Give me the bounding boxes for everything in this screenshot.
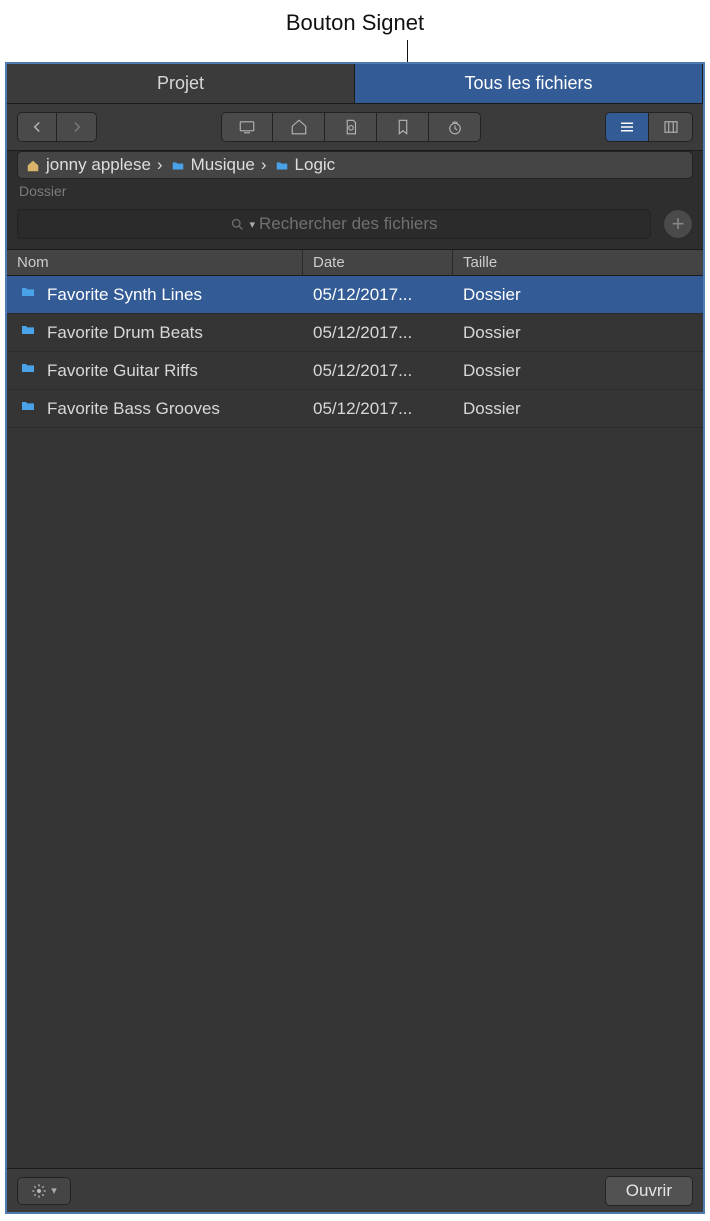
- file-browser-window: Projet Tous les fichiers: [5, 62, 705, 1214]
- row-date: 05/12/2017...: [303, 399, 453, 419]
- tabs: Projet Tous les fichiers: [7, 64, 703, 104]
- breadcrumb[interactable]: jonny applese › Musique › Logic: [17, 151, 693, 179]
- view-group: [605, 112, 693, 142]
- chevron-right-icon: [68, 118, 86, 136]
- chevron-down-icon: ▾: [249, 218, 255, 231]
- row-size: Dossier: [453, 399, 703, 419]
- clock-icon: [446, 118, 464, 136]
- crumb-music[interactable]: Musique: [169, 155, 255, 175]
- row-name: Favorite Guitar Riffs: [47, 361, 198, 381]
- chevron-down-icon: ▾: [51, 1184, 57, 1197]
- list-icon: [618, 118, 636, 136]
- forward-button[interactable]: [57, 112, 97, 142]
- home-icon: [290, 118, 308, 136]
- row-name: Favorite Drum Beats: [47, 323, 203, 343]
- column-name[interactable]: Nom: [7, 250, 303, 275]
- add-button[interactable]: +: [663, 209, 693, 239]
- row-size: Dossier: [453, 323, 703, 343]
- crumb-label: jonny applese: [46, 155, 151, 175]
- row-name: Favorite Synth Lines: [47, 285, 202, 305]
- columns-icon: [662, 118, 680, 136]
- recent-button[interactable]: [429, 112, 481, 142]
- row-date: 05/12/2017...: [303, 361, 453, 381]
- folder-icon: [17, 322, 39, 343]
- table-row[interactable]: Favorite Synth Lines 05/12/2017... Dossi…: [7, 276, 703, 314]
- crumb-label: Logic: [295, 155, 336, 175]
- table-header: Nom Date Taille: [7, 250, 703, 276]
- callout-text: Bouton Signet: [286, 10, 424, 35]
- row-size: Dossier: [453, 285, 703, 305]
- table-row[interactable]: Favorite Drum Beats 05/12/2017... Dossie…: [7, 314, 703, 352]
- table-body: Favorite Synth Lines 05/12/2017... Dossi…: [7, 276, 703, 1168]
- table-row[interactable]: Favorite Bass Grooves 05/12/2017... Doss…: [7, 390, 703, 428]
- footer: ▾ Ouvrir: [7, 1168, 703, 1212]
- row-date: 05/12/2017...: [303, 323, 453, 343]
- column-size[interactable]: Taille: [453, 250, 703, 275]
- document-icon: [342, 118, 360, 136]
- folder-icon: [17, 360, 39, 381]
- project-folder-button[interactable]: [325, 112, 377, 142]
- table-row[interactable]: Favorite Guitar Riffs 05/12/2017... Doss…: [7, 352, 703, 390]
- bookmark-button[interactable]: [377, 112, 429, 142]
- open-button[interactable]: Ouvrir: [605, 1176, 693, 1206]
- search-input[interactable]: ▾ Rechercher des fichiers: [17, 209, 651, 239]
- column-view-button[interactable]: [649, 112, 693, 142]
- folder-icon: [169, 158, 187, 172]
- column-date[interactable]: Date: [303, 250, 453, 275]
- folder-icon: [17, 284, 39, 305]
- home-button[interactable]: [273, 112, 325, 142]
- computer-button[interactable]: [221, 112, 273, 142]
- folder-icon: [17, 398, 39, 419]
- action-menu-button[interactable]: ▾: [17, 1177, 71, 1205]
- nav-group: [17, 112, 97, 142]
- chevron-right-icon: ›: [157, 155, 163, 175]
- search-row: ▾ Rechercher des fichiers +: [7, 205, 703, 250]
- location-group: [221, 112, 481, 142]
- home-icon: [24, 158, 42, 172]
- search-placeholder: Rechercher des fichiers: [259, 214, 438, 234]
- search-icon: [230, 217, 245, 232]
- tab-project[interactable]: Projet: [7, 64, 355, 103]
- row-name: Favorite Bass Grooves: [47, 399, 220, 419]
- tab-all-files[interactable]: Tous les fichiers: [355, 64, 703, 103]
- chevron-left-icon: [28, 118, 46, 136]
- plus-icon: +: [672, 211, 685, 237]
- bookmark-icon: [394, 118, 412, 136]
- row-date: 05/12/2017...: [303, 285, 453, 305]
- row-size: Dossier: [453, 361, 703, 381]
- path-type-label: Dossier: [17, 183, 693, 199]
- gear-icon: [31, 1183, 47, 1199]
- crumb-home[interactable]: jonny applese: [24, 155, 151, 175]
- crumb-logic[interactable]: Logic: [273, 155, 336, 175]
- back-button[interactable]: [17, 112, 57, 142]
- chevron-right-icon: ›: [261, 155, 267, 175]
- folder-icon: [273, 158, 291, 172]
- crumb-label: Musique: [191, 155, 255, 175]
- list-view-button[interactable]: [605, 112, 649, 142]
- toolbar: [7, 104, 703, 151]
- computer-icon: [238, 118, 256, 136]
- callout-label: Bouton Signet: [0, 0, 710, 62]
